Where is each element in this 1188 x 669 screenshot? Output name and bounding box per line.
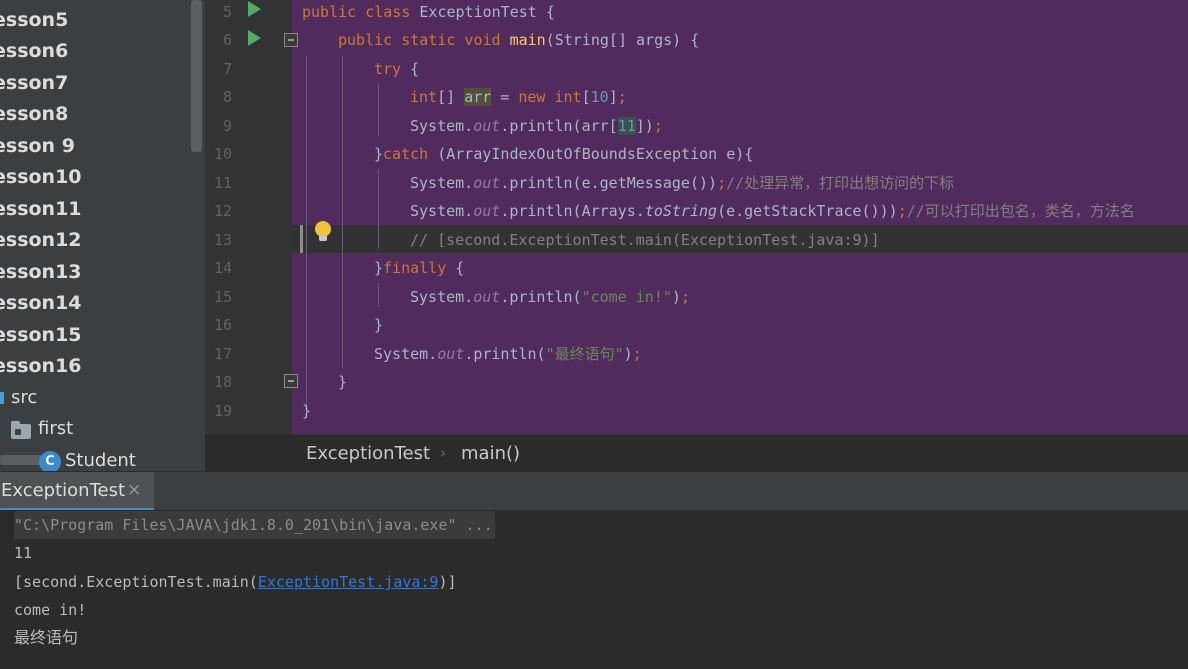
console-output-line: 最终语句 [14, 628, 79, 647]
tree-item-student[interactable]: Student [65, 446, 136, 471]
tree-item-lesson6[interactable]: esson6 [0, 36, 68, 66]
line-number: 15 [213, 288, 232, 306]
close-icon[interactable]: × [127, 480, 141, 500]
caret-marker [300, 225, 303, 253]
line-number: 7 [222, 60, 232, 78]
line-number: 17 [213, 345, 232, 363]
tree-item-lesson16[interactable]: esson16 [0, 351, 82, 381]
line-number: 10 [213, 145, 232, 163]
code-line-13: // [second.ExceptionTest.main(ExceptionT… [410, 231, 880, 249]
tree-item-lesson5[interactable]: esson5 [0, 5, 68, 35]
code-line-9: System.out.println(arr[11]); [410, 117, 663, 135]
run-tab-exceptiontest[interactable]: ExceptionTest × [0, 472, 154, 510]
breadcrumb: ExceptionTest › main() [205, 434, 1188, 472]
run-main-icon[interactable] [248, 30, 261, 46]
line-number: 14 [213, 259, 232, 277]
line-number: 13 [213, 231, 232, 249]
breadcrumb-method[interactable]: main() [461, 443, 520, 464]
package-folder-icon [11, 421, 31, 439]
breadcrumb-class[interactable]: ExceptionTest [306, 443, 430, 464]
fold-collapse-icon[interactable] [284, 33, 298, 47]
run-console[interactable]: "C:\Program Files\JAVA\jdk1.8.0_201\bin\… [0, 510, 1188, 669]
tree-item-lesson11[interactable]: esson11 [0, 194, 82, 224]
line-number: 9 [222, 117, 232, 135]
tree-item-lesson13[interactable]: esson13 [0, 257, 82, 287]
tree-item-lesson10[interactable]: esson10 [0, 162, 82, 192]
indent-guide [378, 169, 379, 249]
line-number: 5 [222, 3, 232, 21]
code-line-8: int[] arr = new int[10]; [410, 88, 627, 106]
line-number: 16 [213, 316, 232, 334]
tree-item-first[interactable]: first [38, 414, 73, 444]
code-line-10: }catch (ArrayIndexOutOfBoundsException e… [374, 145, 754, 163]
line-number: 11 [213, 174, 232, 192]
source-folder-icon [0, 392, 4, 404]
tree-item-lesson9[interactable]: esson 9 [0, 131, 75, 161]
code-line-11: System.out.println(e.getMessage());//处理异… [410, 174, 955, 192]
tree-item-lesson14[interactable]: esson14 [0, 288, 82, 318]
indent-guide [378, 84, 379, 136]
code-line-5: public class ExceptionTest { [302, 3, 555, 21]
run-tab-label: ExceptionTest [1, 480, 126, 501]
project-panel: esson5 esson6 esson7 esson8 esson 9 esso… [0, 0, 205, 471]
tree-item-lesson15[interactable]: esson15 [0, 320, 82, 350]
console-output-line: come in! [14, 601, 87, 619]
code-line-6: public static void main(String[] args) { [338, 31, 700, 49]
breadcrumb-separator-icon: › [440, 444, 446, 462]
tree-item-lesson7[interactable]: esson7 [0, 68, 68, 98]
project-scrollbar[interactable] [191, 0, 202, 152]
console-output-line: [second.ExceptionTest.main(ExceptionTest… [14, 573, 457, 591]
code-line-7: try { [374, 60, 420, 78]
fold-end-icon[interactable] [284, 374, 298, 388]
line-number: 18 [213, 373, 232, 391]
code-line-18: } [338, 373, 348, 391]
lightbulb-icon[interactable] [315, 221, 331, 241]
indent-guide [342, 56, 343, 368]
code-line-15: System.out.println("come in!"); [410, 288, 690, 306]
indent-guide [306, 56, 307, 406]
console-output-line: 11 [14, 544, 33, 562]
line-number: 8 [222, 88, 232, 106]
tree-item-src[interactable]: src [11, 383, 37, 413]
run-class-icon[interactable] [248, 1, 261, 17]
indent-guide [378, 283, 379, 307]
code-line-17: System.out.println("最终语句"); [374, 345, 642, 363]
code-line-19: } [302, 402, 312, 420]
tree-item-lesson8[interactable]: esson8 [0, 99, 68, 129]
code-line-16: } [374, 316, 384, 334]
tree-item-lesson12[interactable]: esson12 [0, 225, 82, 255]
stacktrace-link[interactable]: ExceptionTest.java:9 [258, 573, 439, 591]
run-tab-bar: ExceptionTest × [0, 471, 1188, 511]
variable-usage-highlight: arr [464, 88, 492, 106]
line-number: 19 [213, 402, 232, 420]
code-line-14: }finally { [374, 259, 465, 277]
code-line-12: System.out.println(Arrays.toString(e.get… [410, 202, 1135, 220]
console-command-line[interactable]: "C:\Program Files\JAVA\jdk1.8.0_201\bin\… [14, 511, 495, 539]
line-number: 12 [213, 202, 232, 220]
line-number: 6 [222, 31, 232, 49]
class-icon: C [39, 451, 61, 471]
